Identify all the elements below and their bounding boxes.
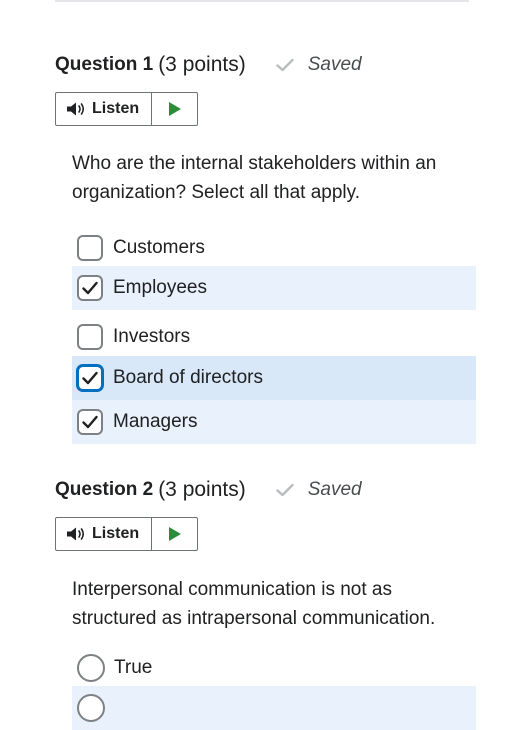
check-icon	[276, 483, 294, 497]
question-2-listen-bar: Listen	[55, 517, 198, 551]
speaker-icon	[65, 101, 87, 117]
listen-label: Listen	[92, 100, 140, 117]
option-label: Employees	[113, 277, 207, 298]
speaker-icon	[65, 526, 87, 542]
play-icon	[168, 102, 181, 116]
question-2-header: Question 2 (3 points) Saved	[55, 475, 362, 505]
play-button[interactable]	[152, 518, 197, 550]
option-false-partial[interactable]	[72, 686, 476, 730]
radio-button[interactable]	[77, 694, 105, 722]
option-label: Customers	[113, 237, 205, 258]
question-2-points: (3 points)	[158, 478, 246, 501]
option-employees[interactable]: Employees	[72, 266, 476, 310]
saved-label: Saved	[307, 479, 362, 500]
checkmark-icon	[82, 281, 98, 295]
check-icon	[276, 58, 294, 72]
checkbox-unchecked[interactable]	[77, 324, 103, 350]
option-label: Board of directors	[113, 367, 263, 388]
question-1-listen-bar: Listen	[55, 92, 198, 126]
checkbox-unchecked[interactable]	[77, 235, 103, 261]
question-2-text: Interpersonal communication is not as st…	[72, 579, 436, 629]
question-1-points: (3 points)	[158, 53, 246, 76]
play-button[interactable]	[152, 93, 197, 125]
question-1-header: Question 1 (3 points) Saved	[55, 50, 362, 80]
question-2-saved-status: Saved	[276, 479, 362, 501]
play-icon	[168, 527, 181, 541]
checkbox-checked[interactable]	[77, 275, 103, 301]
option-customers[interactable]: Customers	[72, 226, 476, 270]
question-1-text: Who are the internal stakeholders within…	[72, 153, 437, 203]
checkmark-icon	[82, 415, 98, 429]
listen-button[interactable]: Listen	[56, 93, 152, 125]
option-true[interactable]: True	[72, 646, 476, 690]
saved-label: Saved	[307, 54, 362, 75]
option-board-of-directors[interactable]: Board of directors	[72, 356, 476, 400]
option-managers[interactable]: Managers	[72, 400, 476, 444]
checkbox-checked[interactable]	[77, 365, 103, 391]
option-label: True	[114, 657, 153, 678]
option-investors[interactable]: Investors	[72, 315, 476, 359]
question-1-saved-status: Saved	[276, 54, 362, 76]
option-label: Managers	[113, 411, 198, 432]
listen-label: Listen	[92, 525, 140, 542]
question-2-number: Question 2	[55, 479, 154, 500]
question-1-number: Question 1	[55, 54, 154, 75]
radio-button[interactable]	[77, 654, 105, 682]
option-label: Investors	[113, 326, 191, 347]
listen-button[interactable]: Listen	[56, 518, 152, 550]
checkmark-icon	[82, 371, 98, 385]
top-divider	[55, 0, 469, 2]
checkbox-checked[interactable]	[77, 409, 103, 435]
